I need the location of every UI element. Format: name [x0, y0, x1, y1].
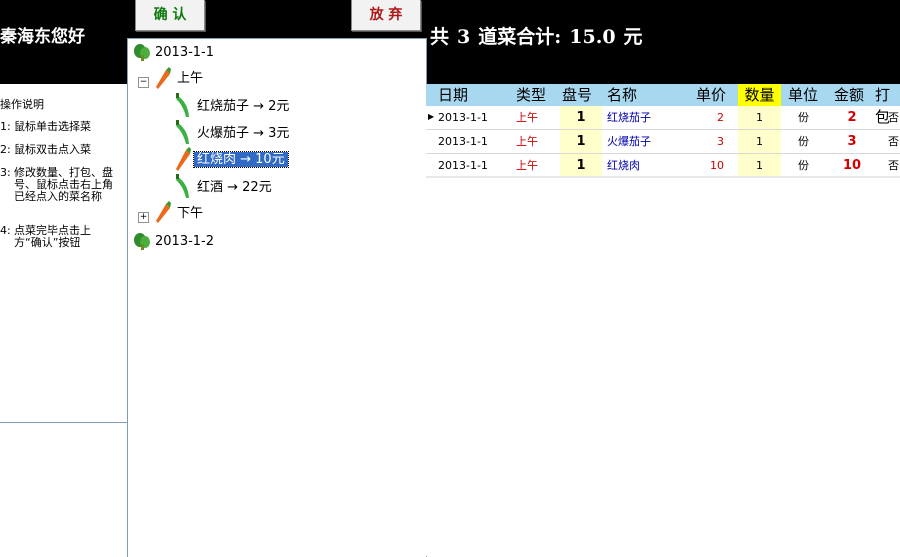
- instruction-title: 操作说明: [0, 98, 44, 111]
- total-count: 3: [457, 26, 471, 48]
- cell-plate[interactable]: 1: [560, 154, 602, 177]
- tree-dish-item-selected[interactable]: 红烧肉 → 10元: [193, 149, 289, 171]
- cell-name[interactable]: 红烧茄子: [607, 106, 651, 129]
- cell-unit: 份: [798, 135, 809, 148]
- tree-label: 红烧茄子 → 2元: [197, 99, 290, 114]
- pepper-icon: [176, 93, 189, 117]
- cell-price: 3: [717, 135, 724, 148]
- table-row[interactable]: 2013-1-1 上午 1 红烧肉 10 1 份 10 否: [426, 154, 900, 178]
- pepper-icon: [176, 174, 189, 198]
- cell-amount: 10: [842, 158, 862, 173]
- cell-quantity[interactable]: 1: [738, 130, 781, 153]
- tree-label: 2013-1-2: [155, 234, 215, 249]
- order-total: 共 3 道菜合计: 15.0 元: [430, 22, 651, 49]
- tree-label: 上午: [177, 71, 204, 86]
- carrot-icon: [156, 67, 171, 89]
- order-grid: 日期 类型 盘号 名称 单价 数量 单位 金额 打包 ▶ 2013-1-1 上午…: [426, 84, 900, 556]
- instruction-text: 点菜完毕点击上方“确认”按钮: [14, 224, 91, 249]
- instruction-item: 4: 点菜完毕点击上方“确认”按钮: [0, 225, 122, 251]
- instruction-number: 4:: [0, 224, 11, 237]
- total-unit: 元: [623, 26, 643, 48]
- cell-amount: 2: [847, 110, 857, 125]
- cell-amount: 3: [847, 134, 857, 149]
- greeting-text: 秦海东您好: [0, 27, 85, 47]
- instruction-item: 1: 鼠标单击选择菜: [0, 121, 122, 135]
- carrot-icon: [156, 201, 171, 223]
- cell-type: 上午: [516, 111, 538, 124]
- cell-pack[interactable]: 否: [888, 130, 899, 153]
- instruction-number: 2:: [0, 143, 11, 156]
- pepper-icon: [176, 120, 189, 144]
- tree-node-date2[interactable]: 2013-1-2: [152, 231, 217, 253]
- tree-dish-item[interactable]: 红酒 → 22元: [194, 177, 275, 199]
- column-header-name[interactable]: 名称: [607, 84, 637, 106]
- vegetable-icon: [134, 233, 150, 250]
- cell-plate[interactable]: 1: [560, 130, 602, 153]
- cell-price: 2: [717, 111, 724, 124]
- total-mid: 道菜合计:: [478, 26, 562, 48]
- table-row[interactable]: 2013-1-1 上午 1 火爆茄子 3 1 份 3 否: [426, 130, 900, 154]
- tree-node-afternoon[interactable]: 下午: [174, 203, 206, 225]
- cell-price: 10: [710, 159, 724, 172]
- vegetable-icon: [134, 44, 150, 61]
- cell-date: 2013-1-1: [438, 135, 488, 148]
- grid-bottom-border: [426, 176, 900, 178]
- table-row[interactable]: ▶ 2013-1-1 上午 1 红烧茄子 2 1 份 2 否: [426, 106, 900, 130]
- panel-divider: [0, 422, 127, 423]
- cell-unit: 份: [798, 111, 809, 124]
- tree-node-morning[interactable]: 上午: [174, 68, 206, 90]
- tree-label: 红烧肉 → 10元: [193, 151, 289, 168]
- column-header-type[interactable]: 类型: [516, 84, 546, 106]
- tree-dish-item[interactable]: 火爆茄子 → 3元: [194, 123, 292, 145]
- row-pointer-icon: ▶: [428, 112, 435, 121]
- total-amount: 15.0: [569, 26, 616, 48]
- expand-toggle[interactable]: +: [138, 212, 149, 223]
- cell-type: 上午: [516, 135, 538, 148]
- carrot-icon: [176, 147, 191, 171]
- total-prefix: 共: [430, 26, 450, 48]
- tree-label: 下午: [177, 206, 204, 221]
- cell-type: 上午: [516, 159, 538, 172]
- column-header-quantity[interactable]: 数量: [738, 84, 781, 106]
- column-header-pack[interactable]: 打包: [875, 84, 900, 126]
- cancel-button[interactable]: 放 弃: [351, 0, 421, 31]
- instruction-text: 鼠标单击选择菜: [14, 120, 91, 133]
- cell-date: 2013-1-1: [438, 159, 488, 172]
- instruction-number: 3:: [0, 166, 11, 179]
- menu-tree[interactable]: 2013-1-1 − 上午 红烧茄子 → 2元 火爆茄子 → 3元 红烧肉 → …: [127, 38, 427, 557]
- instruction-text: 鼠标双击点入菜: [14, 143, 91, 156]
- cell-name[interactable]: 红烧肉: [607, 154, 640, 177]
- instruction-item: 3: 修改数量、打包、盘号、鼠标点击右上角已经点入的菜名称: [0, 167, 122, 215]
- instruction-text: 修改数量、打包、盘号、鼠标点击右上角已经点入的菜名称: [14, 166, 113, 203]
- cell-pack[interactable]: 否: [888, 106, 899, 129]
- instruction-panel: 操作说明 1: 鼠标单击选择菜 2: 鼠标双击点入菜 3: 修改数量、打包、盘号…: [0, 84, 127, 556]
- cell-quantity[interactable]: 1: [738, 154, 781, 177]
- tree-label: 红酒 → 22元: [197, 180, 272, 195]
- column-header-amount[interactable]: 金额: [834, 84, 864, 106]
- cell-name[interactable]: 火爆茄子: [607, 130, 651, 153]
- collapse-toggle[interactable]: −: [138, 77, 149, 88]
- column-header-plate[interactable]: 盘号: [562, 84, 592, 106]
- instruction-item: 2: 鼠标双击点入菜: [0, 144, 122, 158]
- cell-plate[interactable]: 1: [560, 106, 602, 129]
- tree-dish-item[interactable]: 红烧茄子 → 2元: [194, 96, 292, 118]
- cell-quantity[interactable]: 1: [738, 106, 781, 129]
- cell-pack[interactable]: 否: [888, 154, 899, 177]
- instruction-number: 1:: [0, 120, 11, 133]
- tree-label: 火爆茄子 → 3元: [197, 126, 290, 141]
- grid-header: 日期 类型 盘号 名称 单价 数量 单位 金额 打包: [426, 84, 900, 126]
- column-header-price[interactable]: 单价: [696, 84, 726, 106]
- cell-date: 2013-1-1: [438, 111, 488, 124]
- column-header-date[interactable]: 日期: [438, 84, 468, 106]
- tree-node-date1[interactable]: 2013-1-1: [152, 42, 217, 64]
- confirm-button[interactable]: 确 认: [135, 0, 205, 31]
- cell-unit: 份: [798, 159, 809, 172]
- tree-label: 2013-1-1: [155, 45, 215, 60]
- column-header-unit[interactable]: 单位: [788, 84, 818, 106]
